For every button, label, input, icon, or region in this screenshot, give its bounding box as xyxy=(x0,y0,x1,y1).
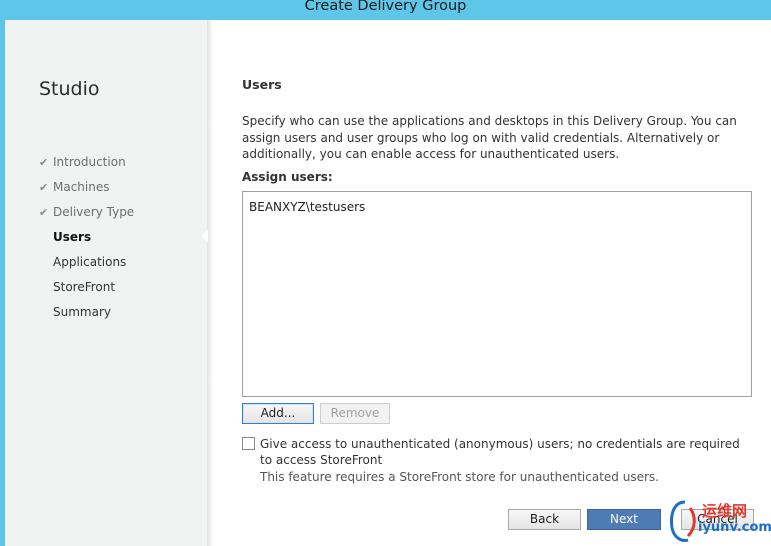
step-label: Summary xyxy=(53,305,111,319)
watermark-text-cn: 运维网 xyxy=(702,502,748,520)
step-users[interactable]: Users xyxy=(39,229,134,254)
sidebar-divider xyxy=(207,20,213,546)
checkmark-icon: ✔ xyxy=(39,181,49,194)
step-applications[interactable]: Applications xyxy=(39,254,134,279)
site-watermark: 运维网 iyunv.com xyxy=(668,498,771,544)
checkmark-icon: ✔ xyxy=(39,156,49,169)
step-delivery-type[interactable]: ✔ Delivery Type xyxy=(39,204,134,229)
studio-title: Studio xyxy=(39,78,100,100)
step-storefront[interactable]: StoreFront xyxy=(39,279,134,304)
step-label: Introduction xyxy=(53,155,126,169)
step-label: Applications xyxy=(53,255,127,269)
step-label: Machines xyxy=(53,180,110,194)
assigned-users-list[interactable]: BEANXYZ\testusers xyxy=(242,191,752,397)
back-button[interactable]: Back xyxy=(508,509,581,530)
step-summary[interactable]: Summary xyxy=(39,304,134,329)
remove-users-button[interactable]: Remove xyxy=(320,403,390,424)
watermark-text-domain: iyunv.com xyxy=(698,520,771,535)
page-description: Specify who can use the applications and… xyxy=(242,114,737,161)
window-titlebar: Create Delivery Group xyxy=(0,0,771,20)
step-machines[interactable]: ✔ Machines xyxy=(39,179,134,204)
list-item[interactable]: BEANXYZ\testusers xyxy=(249,200,365,214)
checkmark-icon: ✔ xyxy=(39,206,49,219)
anonymous-access-label[interactable]: Give access to unauthenticated (anonymou… xyxy=(260,436,750,468)
assign-users-label: Assign users: xyxy=(242,170,333,184)
step-introduction[interactable]: ✔ Introduction xyxy=(39,154,134,179)
add-users-button[interactable]: Add... xyxy=(242,403,314,424)
window-title: Create Delivery Group xyxy=(304,0,467,14)
anonymous-access-checkbox[interactable] xyxy=(242,437,255,450)
watermark-logo-icon xyxy=(670,500,696,542)
step-label: Users xyxy=(53,230,92,244)
wizard-window: Studio ✔ Introduction ✔ Machines ✔ Deliv… xyxy=(5,20,771,546)
page-title: Users xyxy=(242,77,282,92)
step-label: Delivery Type xyxy=(53,205,135,219)
step-label: StoreFront xyxy=(53,280,116,294)
anonymous-access-note: This feature requires a StoreFront store… xyxy=(260,470,659,484)
wizard-steps: ✔ Introduction ✔ Machines ✔ Delivery Typ… xyxy=(39,154,134,329)
current-step-pointer-icon xyxy=(201,229,208,243)
wizard-sidebar: Studio ✔ Introduction ✔ Machines ✔ Deliv… xyxy=(5,20,207,546)
next-button[interactable]: Next xyxy=(587,509,661,530)
